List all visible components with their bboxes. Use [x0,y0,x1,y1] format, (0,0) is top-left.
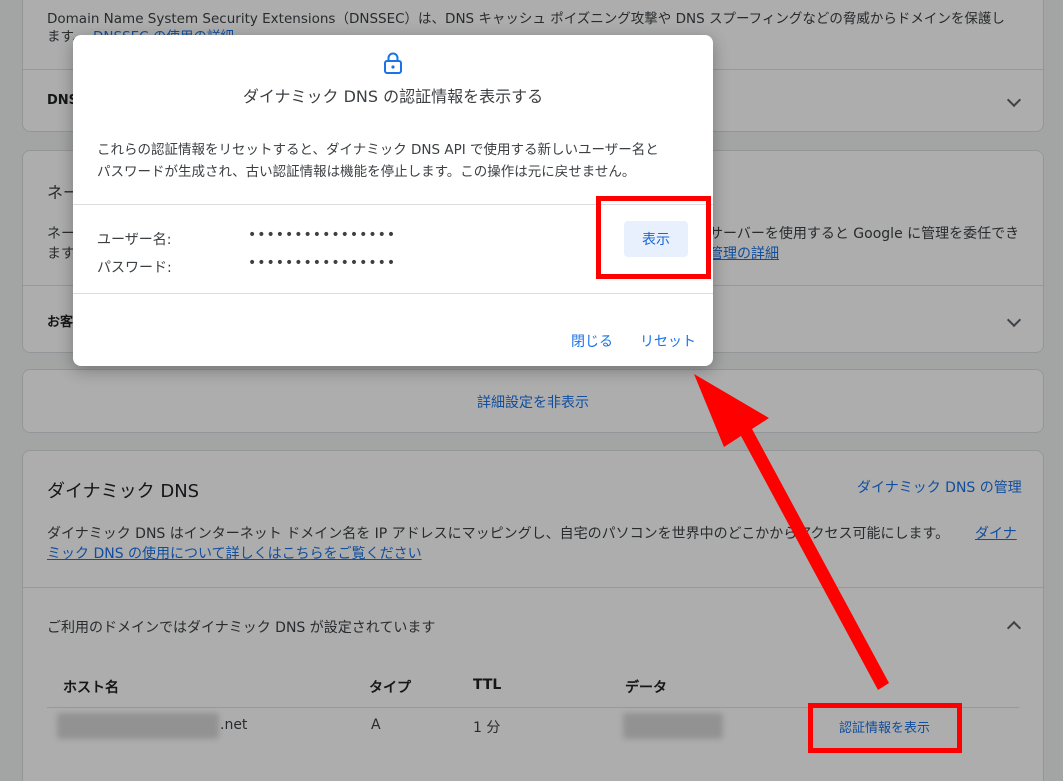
annotation-arrow-icon [694,374,889,690]
